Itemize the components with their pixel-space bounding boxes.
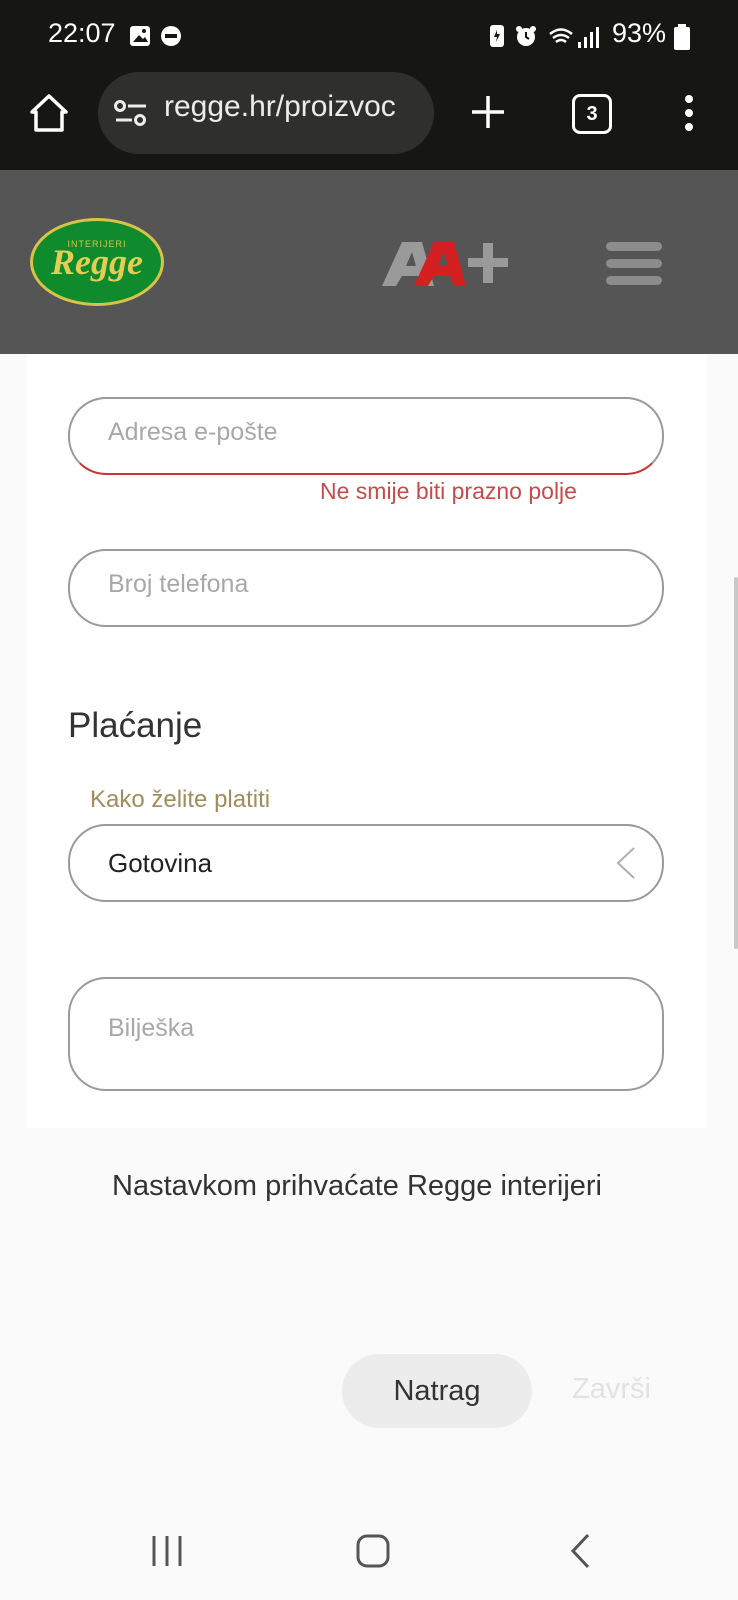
status-notification-icons <box>130 26 181 46</box>
url-text[interactable]: regge.hr/proizvoc <box>164 90 418 124</box>
payment-method-label: Kako želite platiti <box>90 786 271 813</box>
gallery-icon <box>130 26 150 46</box>
do-not-disturb-icon <box>161 26 181 46</box>
page-scrollbar[interactable] <box>734 577 738 949</box>
alarm-icon <box>516 26 536 46</box>
finish-button[interactable]: Završi <box>572 1373 651 1406</box>
battery-percentage: 93% <box>612 18 667 48</box>
site-settings-icon[interactable] <box>114 98 148 128</box>
back-nav-icon[interactable] <box>568 1532 592 1570</box>
recent-apps-icon[interactable] <box>150 1534 184 1568</box>
payment-method-value: Gotovina <box>108 848 213 878</box>
wifi-icon <box>549 28 573 44</box>
hamburger-menu-icon[interactable] <box>604 240 664 288</box>
battery-icon <box>674 24 690 50</box>
more-options-icon[interactable] <box>682 94 696 132</box>
status-time: 22:07 <box>48 18 116 48</box>
back-button[interactable]: Natrag <box>342 1354 532 1428</box>
payment-section-title: Plaćanje <box>68 706 203 745</box>
note-placeholder: Bilješka <box>108 1014 195 1042</box>
signal-icon <box>578 27 599 48</box>
status-system-icons <box>490 25 599 48</box>
home-icon[interactable] <box>28 92 70 134</box>
terms-text: Nastavkom prihvaćate Regge interijeri <box>112 1170 602 1202</box>
email-error-message: Ne smije biti prazno polje <box>320 478 577 504</box>
battery-saver-icon <box>490 25 504 47</box>
chevron-left-icon <box>616 847 635 879</box>
phone-placeholder: Broj telefona <box>108 570 249 598</box>
logo-name: Regge <box>51 242 143 282</box>
email-placeholder: Adresa e-pošte <box>108 418 278 446</box>
tab-switcher-button[interactable]: 3 <box>572 94 612 134</box>
home-nav-icon[interactable] <box>356 1534 390 1568</box>
new-tab-icon[interactable] <box>470 94 506 130</box>
energy-class-badge <box>382 242 508 286</box>
